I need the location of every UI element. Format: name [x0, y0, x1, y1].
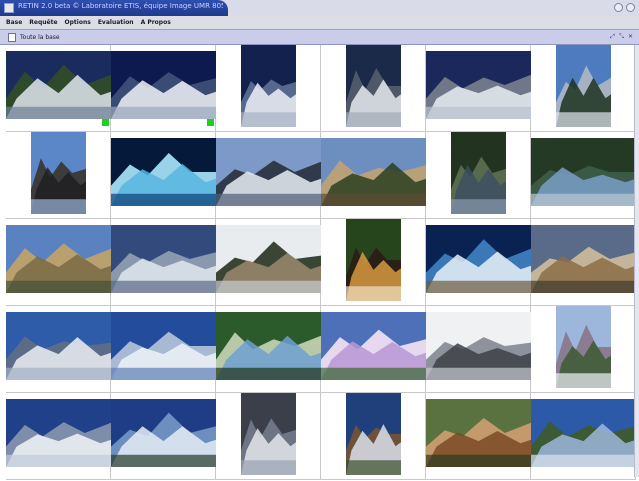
- image-cell[interactable]: [111, 45, 216, 132]
- image-cell[interactable]: [111, 393, 216, 480]
- image-cell[interactable]: [111, 219, 216, 306]
- image-cell[interactable]: [321, 219, 426, 306]
- image-cell[interactable]: [531, 132, 636, 219]
- frame-maximize-button[interactable]: ⤡: [618, 33, 625, 40]
- frame-title: Toute la base: [20, 34, 60, 41]
- image-thumbnail-valley-mountain[interactable]: [556, 306, 611, 388]
- image-thumbnail-snow-lynx[interactable]: [216, 225, 321, 293]
- image-cell[interactable]: [216, 132, 321, 219]
- title-tab: RETIN 2.0 beta © Laboratoire ETIS, équip…: [0, 0, 228, 16]
- image-cell[interactable]: [531, 393, 636, 480]
- menu-base[interactable]: Base: [6, 19, 22, 26]
- image-cell[interactable]: [531, 306, 636, 393]
- image-cell[interactable]: [6, 393, 111, 480]
- image-thumbnail-deer-forest[interactable]: [531, 225, 636, 293]
- image-cell[interactable]: [321, 132, 426, 219]
- image-cell[interactable]: [6, 132, 111, 219]
- app-window: RETIN 2.0 beta © Laboratoire ETIS, équip…: [0, 0, 639, 481]
- image-thumbnail-coastal-town[interactable]: [531, 399, 636, 467]
- selection-marker: [207, 119, 214, 126]
- image-cell[interactable]: [6, 306, 111, 393]
- frame-close-button[interactable]: ✕: [627, 33, 634, 40]
- image-thumbnail-snow-slope[interactable]: [6, 399, 111, 467]
- menu-a-propos[interactable]: A Propos: [141, 19, 171, 26]
- image-thumbnail-desert-hills[interactable]: [6, 225, 111, 293]
- image-cell[interactable]: [321, 393, 426, 480]
- image-thumbnail-cloudy-range[interactable]: [216, 138, 321, 206]
- image-cell[interactable]: [531, 45, 636, 132]
- image-thumbnail-snowy-forest[interactable]: [111, 399, 216, 467]
- image-thumbnail-forest-road[interactable]: [451, 132, 506, 214]
- title-bar[interactable]: RETIN 2.0 beta © Laboratoire ETIS, équip…: [0, 0, 639, 16]
- menu-bar: Base Requête Options Evaluation A Propos: [0, 16, 639, 30]
- image-thumbnail-rock-face[interactable]: [241, 393, 296, 475]
- vertical-scrollbar[interactable]: [634, 45, 639, 477]
- image-thumbnail-pine-lake[interactable]: [531, 138, 636, 206]
- image-thumbnail-glacier-lake[interactable]: [111, 225, 216, 293]
- menu-requete[interactable]: Requête: [29, 19, 57, 26]
- frame-header: Toute la base ⤢ ⤡ ✕: [0, 30, 639, 45]
- window-title: RETIN 2.0 beta © Laboratoire ETIS, équip…: [18, 2, 223, 10]
- image-thumbnail-lilac-bloom[interactable]: [321, 312, 426, 380]
- image-thumbnail-alpine-summit[interactable]: [346, 45, 401, 127]
- image-thumbnail-snow-ridges[interactable]: [6, 312, 111, 380]
- image-thumbnail-reef-eel[interactable]: [426, 225, 531, 293]
- image-cell[interactable]: [216, 306, 321, 393]
- image-cell[interactable]: [426, 219, 531, 306]
- image-cell[interactable]: [111, 306, 216, 393]
- image-cell[interactable]: [6, 219, 111, 306]
- menu-evaluation[interactable]: Evaluation: [98, 19, 134, 26]
- image-cell[interactable]: [111, 132, 216, 219]
- image-thumbnail-snowy-range[interactable]: [426, 51, 531, 119]
- image-thumbnail-mountain-lake[interactable]: [6, 51, 111, 119]
- image-thumbnail-snow-peak[interactable]: [241, 45, 296, 127]
- image-cell[interactable]: [426, 45, 531, 132]
- image-thumbnail-reef-fish[interactable]: [111, 138, 216, 206]
- image-thumbnail-frosted-trees[interactable]: [111, 312, 216, 380]
- image-cell[interactable]: [426, 132, 531, 219]
- image-thumbnail-marmot[interactable]: [426, 399, 531, 467]
- image-cell[interactable]: [216, 393, 321, 480]
- image-thumbnail-canyon-tree[interactable]: [321, 138, 426, 206]
- image-cell[interactable]: [216, 219, 321, 306]
- image-thumbnail-pine-mountain[interactable]: [556, 45, 611, 127]
- image-thumbnail-rock-tree[interactable]: [31, 132, 86, 214]
- image-thumbnail-canyon-valley[interactable]: [346, 393, 401, 475]
- image-cell[interactable]: [321, 45, 426, 132]
- selection-marker: [102, 119, 109, 126]
- close-button[interactable]: [626, 3, 635, 12]
- frame-restore-button[interactable]: ⤢: [609, 33, 616, 40]
- image-cell[interactable]: [426, 306, 531, 393]
- image-cell[interactable]: [531, 219, 636, 306]
- image-thumbnail-tiger[interactable]: [346, 219, 401, 301]
- app-icon: [4, 3, 14, 13]
- image-cell[interactable]: [216, 45, 321, 132]
- image-thumbnail-rock-spires[interactable]: [426, 312, 531, 380]
- frame-icon: [8, 33, 16, 42]
- image-cell[interactable]: [321, 306, 426, 393]
- image-cell[interactable]: [6, 45, 111, 132]
- image-thumbnail-tropical-shore[interactable]: [216, 312, 321, 380]
- image-cell[interactable]: [426, 393, 531, 480]
- minimize-button[interactable]: [614, 3, 623, 12]
- menu-options[interactable]: Options: [65, 19, 91, 26]
- image-thumbnail-snow-ridge[interactable]: [111, 51, 216, 119]
- image-grid: [6, 45, 638, 480]
